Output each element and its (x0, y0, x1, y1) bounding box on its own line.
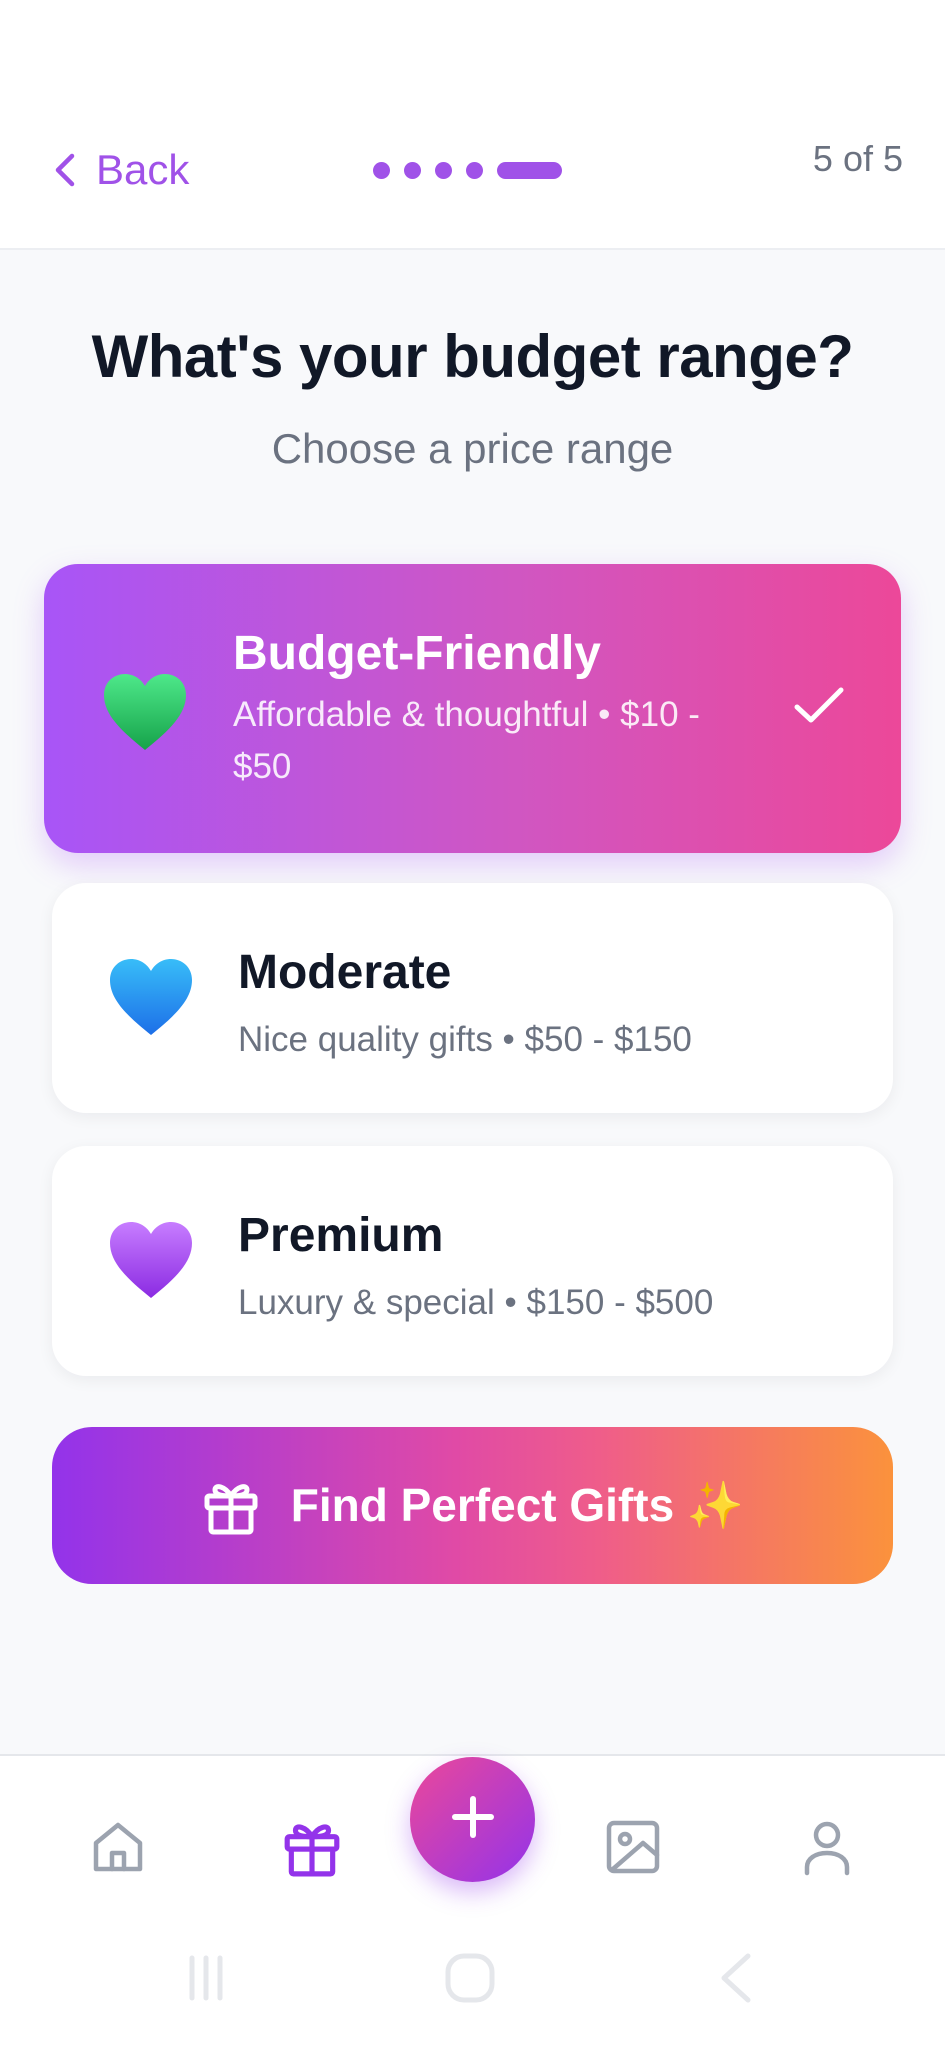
progress-dot (466, 161, 483, 179)
option-title: Premium (238, 1209, 444, 1262)
home-circle-icon (444, 1952, 496, 2009)
system-home-button[interactable] (440, 1950, 500, 2010)
option-moderate[interactable]: Moderate Nice quality gifts • $50 - $150 (52, 883, 893, 1113)
checkmark-icon (791, 682, 847, 730)
page-title: What's your budget range? (91, 323, 854, 390)
home-icon (88, 1817, 148, 1882)
create-button[interactable] (410, 1757, 535, 1882)
progress-indicator (373, 150, 562, 190)
back-label: Back (96, 146, 190, 193)
back-button[interactable]: Back (52, 132, 189, 208)
system-nav-bar (0, 1940, 945, 2020)
status-bar (0, 0, 945, 90)
progress-current-step (497, 161, 562, 179)
option-description: Nice quality gifts • $50 - $150 (238, 1020, 692, 1059)
option-title: Budget-Friendly (233, 627, 601, 680)
option-premium[interactable]: Premium Luxury & special • $150 - $500 (52, 1146, 893, 1376)
progress-dot (373, 161, 390, 179)
page-subtitle: Choose a price range (271, 425, 674, 472)
option-budget-friendly[interactable]: Budget-Friendly Affordable & thoughtful … (44, 564, 901, 853)
option-title: Moderate (238, 946, 452, 999)
recent-apps-icon (182, 1954, 230, 2007)
progress-dot (435, 161, 452, 179)
step-counter: 5 of 5 (812, 138, 903, 179)
plus-icon (449, 1793, 497, 1846)
nav-gifts[interactable] (276, 1813, 348, 1885)
chevron-left-icon (52, 150, 82, 190)
option-description: Luxury & special • $150 - $500 (238, 1283, 714, 1322)
top-bar: Back 5 of 5 (0, 90, 945, 250)
user-icon (797, 1817, 857, 1882)
cta-label: Find Perfect Gifts ✨ (290, 1479, 745, 1531)
nav-home[interactable] (82, 1813, 154, 1885)
nav-profile[interactable] (791, 1813, 863, 1885)
nav-photos[interactable] (597, 1813, 669, 1885)
chevron-left-icon (716, 1952, 756, 2009)
system-back-button[interactable] (706, 1950, 766, 2010)
recent-apps-button[interactable] (176, 1950, 236, 2010)
progress-dot (404, 161, 421, 179)
gift-icon (281, 1816, 343, 1883)
image-icon (603, 1817, 663, 1882)
green-heart-icon (100, 670, 190, 754)
option-description: Affordable & thoughtful • $10 - $50 (233, 695, 700, 786)
purple-heart-icon (106, 1218, 196, 1302)
blue-heart-icon (106, 955, 196, 1039)
find-perfect-gifts-button[interactable]: Find Perfect Gifts ✨ (52, 1427, 893, 1584)
gift-icon (201, 1476, 261, 1536)
